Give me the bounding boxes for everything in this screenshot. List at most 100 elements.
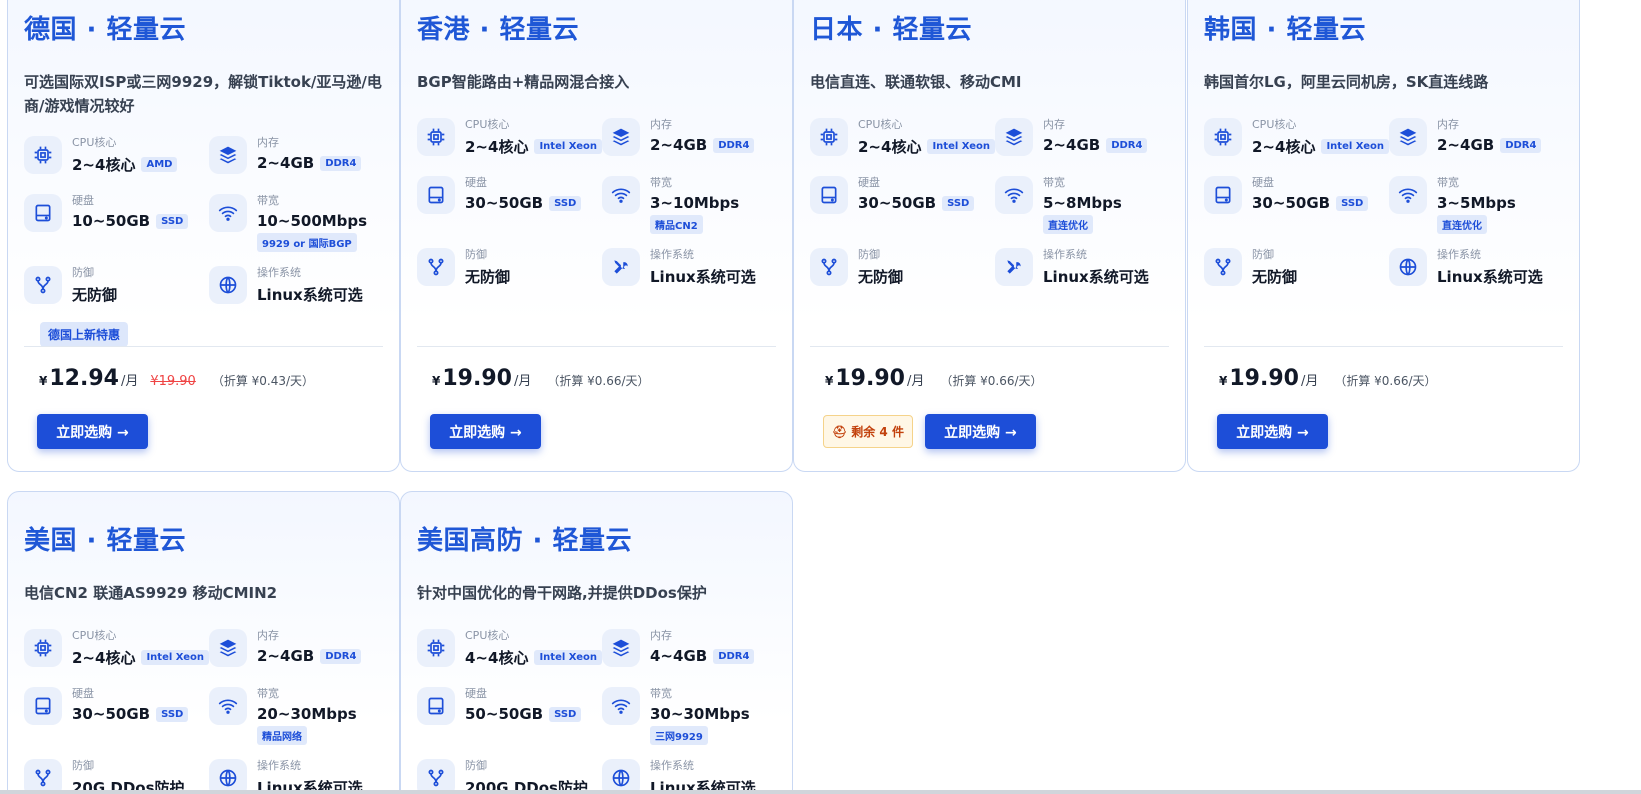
spec-cpu: CPU核心 2~4核心 Intel Xeon bbox=[24, 629, 209, 673]
spec-tag: 直连优化 bbox=[1043, 215, 1093, 234]
buy-button[interactable]: 立即选购 → bbox=[430, 414, 541, 449]
spec-tag: SSD bbox=[549, 706, 582, 722]
spec-ram: 内存 4~4GB DDR4 bbox=[602, 629, 787, 673]
spec-label: 防御 bbox=[858, 248, 880, 261]
daily-price: （折算 ¥0.66/天） bbox=[940, 374, 1043, 388]
spec-label: CPU核心 bbox=[72, 136, 117, 149]
spec-value: 2~4核心 bbox=[858, 138, 922, 156]
spec-ddos: 防御 无防御 bbox=[810, 248, 995, 292]
cpu-icon bbox=[24, 629, 62, 667]
buy-button[interactable]: 立即选购 → bbox=[1217, 414, 1328, 449]
spec-value: 2~4核心 bbox=[1252, 138, 1316, 156]
card-title: 韩国 · 轻量云 bbox=[1204, 15, 1366, 45]
wifi-icon bbox=[209, 194, 247, 232]
layers-icon bbox=[209, 136, 247, 174]
spec-value: 10~50GB bbox=[72, 212, 151, 230]
spec-value: Linux系统可选 bbox=[1437, 268, 1543, 286]
spec-label: 操作系统 bbox=[1043, 248, 1087, 261]
price: 19.90 bbox=[442, 366, 512, 391]
spec-value: 无防御 bbox=[465, 268, 511, 286]
currency: ¥ bbox=[825, 374, 834, 388]
spec-label: 硬盘 bbox=[1252, 176, 1274, 189]
spec-label: 带宽 bbox=[650, 176, 672, 189]
spec-ddos: 防御 20G DDos防护 bbox=[24, 759, 209, 794]
spec-value: 2~4GB bbox=[257, 154, 315, 172]
spec-value: Linux系统可选 bbox=[650, 268, 756, 286]
layers-icon bbox=[209, 629, 247, 667]
price-period: /月 bbox=[513, 374, 532, 389]
price-period: /月 bbox=[1300, 374, 1319, 389]
currency: ¥ bbox=[1219, 374, 1228, 388]
spec-os: 操作系统 Linux系统可选 bbox=[209, 266, 394, 310]
spec-tag: Intel Xeon bbox=[1321, 139, 1389, 154]
box-icon: ⛑ bbox=[832, 424, 848, 439]
layers-icon bbox=[602, 629, 640, 667]
spec-tag: DDR4 bbox=[320, 155, 362, 171]
card-title: 美国 · 轻量云 bbox=[24, 526, 186, 556]
spec-os: 操作系统 Linux系统可选 bbox=[995, 248, 1180, 292]
spec-label: CPU核心 bbox=[465, 629, 510, 642]
disk-icon bbox=[417, 176, 455, 214]
spec-value: 20~30Mbps bbox=[257, 705, 357, 723]
spec-bandwidth: 带宽 3~10Mbps 精品CN2 bbox=[602, 176, 787, 234]
os-icon bbox=[209, 759, 247, 794]
card-actions: ⛑ 立即选购 → bbox=[430, 414, 541, 449]
spec-tag: 精品网络 bbox=[257, 726, 307, 745]
card-description: 针对中国优化的骨干网路,并提供DDos保护 bbox=[417, 584, 707, 602]
spec-label: 防御 bbox=[72, 759, 94, 772]
spec-disk: 硬盘 50~50GB SSD bbox=[417, 687, 602, 745]
spec-bandwidth: 带宽 30~30Mbps 三网9929 bbox=[602, 687, 787, 745]
spec-tag: DDR4 bbox=[320, 648, 362, 664]
spec-value: Linux系统可选 bbox=[1043, 268, 1149, 286]
spec-disk: 硬盘 30~50GB SSD bbox=[24, 687, 209, 745]
cpu-icon bbox=[1204, 118, 1242, 156]
spec-tag: Intel Xeon bbox=[141, 650, 209, 665]
spec-tag: Intel Xeon bbox=[534, 139, 602, 154]
shield-fork-icon bbox=[417, 248, 455, 286]
layers-icon bbox=[995, 118, 1033, 156]
spec-value: 30~50GB bbox=[858, 194, 937, 212]
spec-tag: Intel Xeon bbox=[534, 650, 602, 665]
shield-fork-icon bbox=[24, 266, 62, 304]
spec-label: 防御 bbox=[72, 266, 94, 279]
price: 19.90 bbox=[1229, 366, 1299, 391]
card-description: 电信CN2 联通AS9929 移动CMIN2 bbox=[24, 584, 278, 602]
spec-tag: DDR4 bbox=[1500, 137, 1542, 153]
spec-grid: CPU核心 4~4核心 Intel Xeon 内存 4~4GB DDR4 硬盘 50… bbox=[417, 629, 776, 794]
spec-label: 带宽 bbox=[257, 194, 279, 207]
spec-disk: 硬盘 30~50GB SSD bbox=[1204, 176, 1389, 234]
buy-button[interactable]: 立即选购 → bbox=[37, 414, 148, 449]
spec-label: 内存 bbox=[257, 136, 279, 149]
divider bbox=[810, 346, 1169, 347]
spec-value: 3~5Mbps bbox=[1437, 194, 1516, 212]
spec-label: CPU核心 bbox=[1252, 118, 1297, 131]
spec-grid: CPU核心 2~4核心 Intel Xeon 内存 2~4GB DDR4 硬盘 30… bbox=[810, 118, 1169, 292]
card-description: 电信直连、联通软银、移动CMI bbox=[810, 73, 1022, 91]
spec-ram: 内存 2~4GB DDR4 bbox=[209, 136, 394, 180]
cpu-icon bbox=[24, 136, 62, 174]
wifi-icon bbox=[602, 176, 640, 214]
price-period: /月 bbox=[120, 374, 139, 389]
daily-price: （折算 ¥0.66/天） bbox=[547, 374, 650, 388]
spec-ddos: 防御 无防御 bbox=[1204, 248, 1389, 292]
buy-button[interactable]: 立即选购 → bbox=[924, 414, 1036, 449]
spec-disk: 硬盘 30~50GB SSD bbox=[417, 176, 602, 234]
layers-icon bbox=[1389, 118, 1427, 156]
card-actions: ⛑ 立即选购 → bbox=[37, 414, 148, 449]
spec-value: 5~8Mbps bbox=[1043, 194, 1122, 212]
card-description: BGP智能路由+精品网混合接入 bbox=[417, 73, 630, 91]
spec-tag: DDR4 bbox=[713, 137, 755, 153]
spec-cpu: CPU核心 2~4核心 Intel Xeon bbox=[417, 118, 602, 162]
disk-icon bbox=[24, 687, 62, 725]
price-row: ¥ 19.90 /月 （折算 ¥0.66/天） bbox=[825, 366, 1043, 391]
daily-price: （折算 ¥0.66/天） bbox=[1334, 374, 1437, 388]
spec-ram: 内存 2~4GB DDR4 bbox=[602, 118, 787, 162]
spec-value: 无防御 bbox=[1252, 268, 1298, 286]
spec-label: 带宽 bbox=[257, 687, 279, 700]
card-actions: ⛑ 立即选购 → bbox=[1217, 414, 1328, 449]
disk-icon bbox=[417, 687, 455, 725]
promo-badge: 德国上新特惠 bbox=[40, 322, 129, 347]
spec-value: 2~4核心 bbox=[72, 649, 136, 667]
spec-grid: CPU核心 2~4核心 Intel Xeon 内存 2~4GB DDR4 硬盘 30… bbox=[1204, 118, 1563, 292]
spec-value: 50~50GB bbox=[465, 705, 544, 723]
